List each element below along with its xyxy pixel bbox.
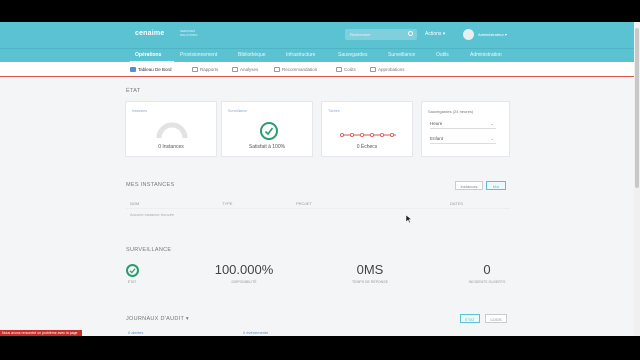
card-title: Tâches bbox=[328, 109, 340, 113]
nav-item-provisioning[interactable]: Provisionnement bbox=[180, 52, 217, 58]
mouse-cursor-icon bbox=[406, 215, 412, 223]
subnav-item-dashboard[interactable]: Tableau De Bord bbox=[130, 67, 172, 72]
scrollbar-thumb[interactable] bbox=[635, 28, 639, 188]
nav-item-infrastructure[interactable]: Infrastructure bbox=[286, 52, 315, 58]
stat-label-open-incidents: INCIDENTS OUVERTS bbox=[468, 280, 506, 284]
instances-table-header: NOM TYPE PROJET DATES bbox=[126, 201, 510, 209]
recommendation-icon bbox=[274, 67, 280, 72]
subnav-label: Rapports bbox=[200, 67, 219, 72]
nav-item-monitoring[interactable]: Surveillance bbox=[388, 52, 415, 58]
gauge-chart bbox=[156, 122, 188, 139]
nav-item-backups[interactable]: Sauvegardes bbox=[338, 52, 367, 58]
card-caption: Satisfait à 100% bbox=[248, 144, 286, 150]
search-input[interactable]: Rechercher bbox=[345, 29, 417, 40]
subnav-item-costs[interactable]: Coûts bbox=[336, 67, 356, 72]
search-icon[interactable] bbox=[408, 31, 413, 36]
subnav-label: Analyses bbox=[240, 67, 259, 72]
dashboard-icon bbox=[130, 67, 136, 72]
jobs-timeline-chart bbox=[340, 133, 396, 138]
nav-item-library[interactable]: Bibliothèque bbox=[238, 52, 266, 58]
instances-filter-button[interactable]: Instances bbox=[455, 181, 483, 190]
error-toast[interactable]: Nous avons rencontré un problème avec la… bbox=[0, 330, 82, 336]
check-circle-icon bbox=[260, 122, 278, 140]
availability-value: 100.000% bbox=[214, 262, 274, 277]
subnav-label: Tableau De Bord bbox=[138, 67, 172, 72]
card-title: Surveillance bbox=[228, 109, 248, 113]
group-select[interactable]: Enfant ⌄ bbox=[430, 136, 496, 144]
stat-label-status: ÉTAT bbox=[127, 280, 137, 284]
stat-label-availability: DISPONIBILITÉ bbox=[231, 280, 257, 284]
column-header-name[interactable]: NOM bbox=[130, 201, 139, 206]
page-scrollbar[interactable] bbox=[634, 22, 640, 336]
nav-item-operations[interactable]: Opérations bbox=[135, 52, 161, 58]
subnav-label: Approbations bbox=[378, 67, 405, 72]
subnav-item-analytics[interactable]: Analyses bbox=[232, 67, 258, 72]
subnav-item-recommendation[interactable]: Recommandation bbox=[274, 67, 317, 72]
empty-state-text: Aucune instance trouvée bbox=[130, 212, 175, 217]
subnav-item-reports[interactable]: Rapports bbox=[192, 67, 218, 72]
top-header: cenaime SERVICES SOLUTIONS Rechercher Ac… bbox=[0, 22, 634, 48]
column-header-project[interactable]: PROJET bbox=[296, 201, 312, 206]
nav-item-administration[interactable]: Administration bbox=[470, 52, 502, 58]
card-caption: 0 Échecs bbox=[356, 144, 378, 150]
nav-item-tools[interactable]: Outils bbox=[436, 52, 449, 58]
subnav-label: Coûts bbox=[344, 67, 356, 72]
logs-toggle-button[interactable]: LOGS bbox=[485, 314, 507, 323]
period-select-value: Heure bbox=[430, 121, 443, 126]
jobs-status-card[interactable]: Tâches 0 Échecs bbox=[321, 101, 413, 157]
subnav-item-approvals[interactable]: Approbations bbox=[370, 67, 405, 72]
monitoring-section-title: SURVEILLANCE bbox=[126, 247, 172, 253]
status-toggle-button[interactable]: ÉTAT bbox=[460, 314, 480, 323]
subnav-label: Recommandation bbox=[282, 67, 318, 72]
instances-section-title: MES INSTANCES bbox=[126, 182, 175, 188]
card-caption: 0 Instances bbox=[158, 144, 184, 150]
stat-label-response-time: TEMPS DE RÉPONSE bbox=[352, 280, 388, 284]
open-incidents-value: 0 bbox=[483, 262, 491, 277]
chevron-down-icon: ⌄ bbox=[490, 136, 494, 141]
analytics-icon bbox=[232, 67, 238, 72]
alerts-count: 0 alertes bbox=[128, 330, 144, 335]
app-logo[interactable]: cenaime bbox=[135, 30, 164, 37]
approvals-icon bbox=[370, 67, 376, 72]
search-placeholder: Rechercher bbox=[350, 32, 371, 37]
status-check-icon bbox=[126, 264, 139, 277]
monitoring-status-card[interactable]: Surveillance Satisfait à 100% bbox=[221, 101, 313, 157]
column-header-dates[interactable]: DATES bbox=[450, 201, 463, 206]
events-count: 0 événements bbox=[243, 330, 269, 335]
actions-menu-button[interactable]: Actions ▾ bbox=[425, 31, 445, 37]
reports-icon bbox=[192, 67, 198, 72]
user-menu-button[interactable]: Administrateur ▾ bbox=[478, 32, 507, 37]
group-select-value: Enfant bbox=[430, 136, 444, 141]
browser-viewport: cenaime SERVICES SOLUTIONS Rechercher Ac… bbox=[0, 22, 640, 336]
backups-filter-card: Sauvegardes (24 heures) Heure ⌄ Enfant ⌄ bbox=[421, 101, 510, 157]
logo-subtitle-line-2: SOLUTIONS bbox=[180, 33, 198, 37]
response-time-value: 0MS bbox=[356, 262, 384, 277]
me-filter-button[interactable]: Moi bbox=[486, 181, 506, 190]
sub-nav: Tableau De Bord Rapports Analyses Recomm… bbox=[0, 62, 634, 77]
column-header-type[interactable]: TYPE bbox=[222, 201, 232, 206]
card-title: Instances bbox=[132, 109, 147, 113]
period-select[interactable]: Heure ⌄ bbox=[430, 121, 496, 129]
audit-log-section-title[interactable]: JOURNAUX D'AUDIT ▾ bbox=[126, 316, 189, 322]
logo-subtitle: SERVICES SOLUTIONS bbox=[180, 29, 197, 37]
instances-status-card[interactable]: Instances 0 Instances bbox=[125, 101, 217, 157]
etat-section-title: ÉTAT bbox=[126, 88, 141, 94]
user-avatar[interactable] bbox=[463, 29, 474, 40]
main-nav: Opérations Provisionnement Bibliothèque … bbox=[0, 48, 634, 63]
costs-icon bbox=[336, 67, 342, 72]
chevron-down-icon: ⌄ bbox=[490, 121, 494, 126]
card-title: Sauvegardes (24 heures) bbox=[428, 109, 474, 114]
